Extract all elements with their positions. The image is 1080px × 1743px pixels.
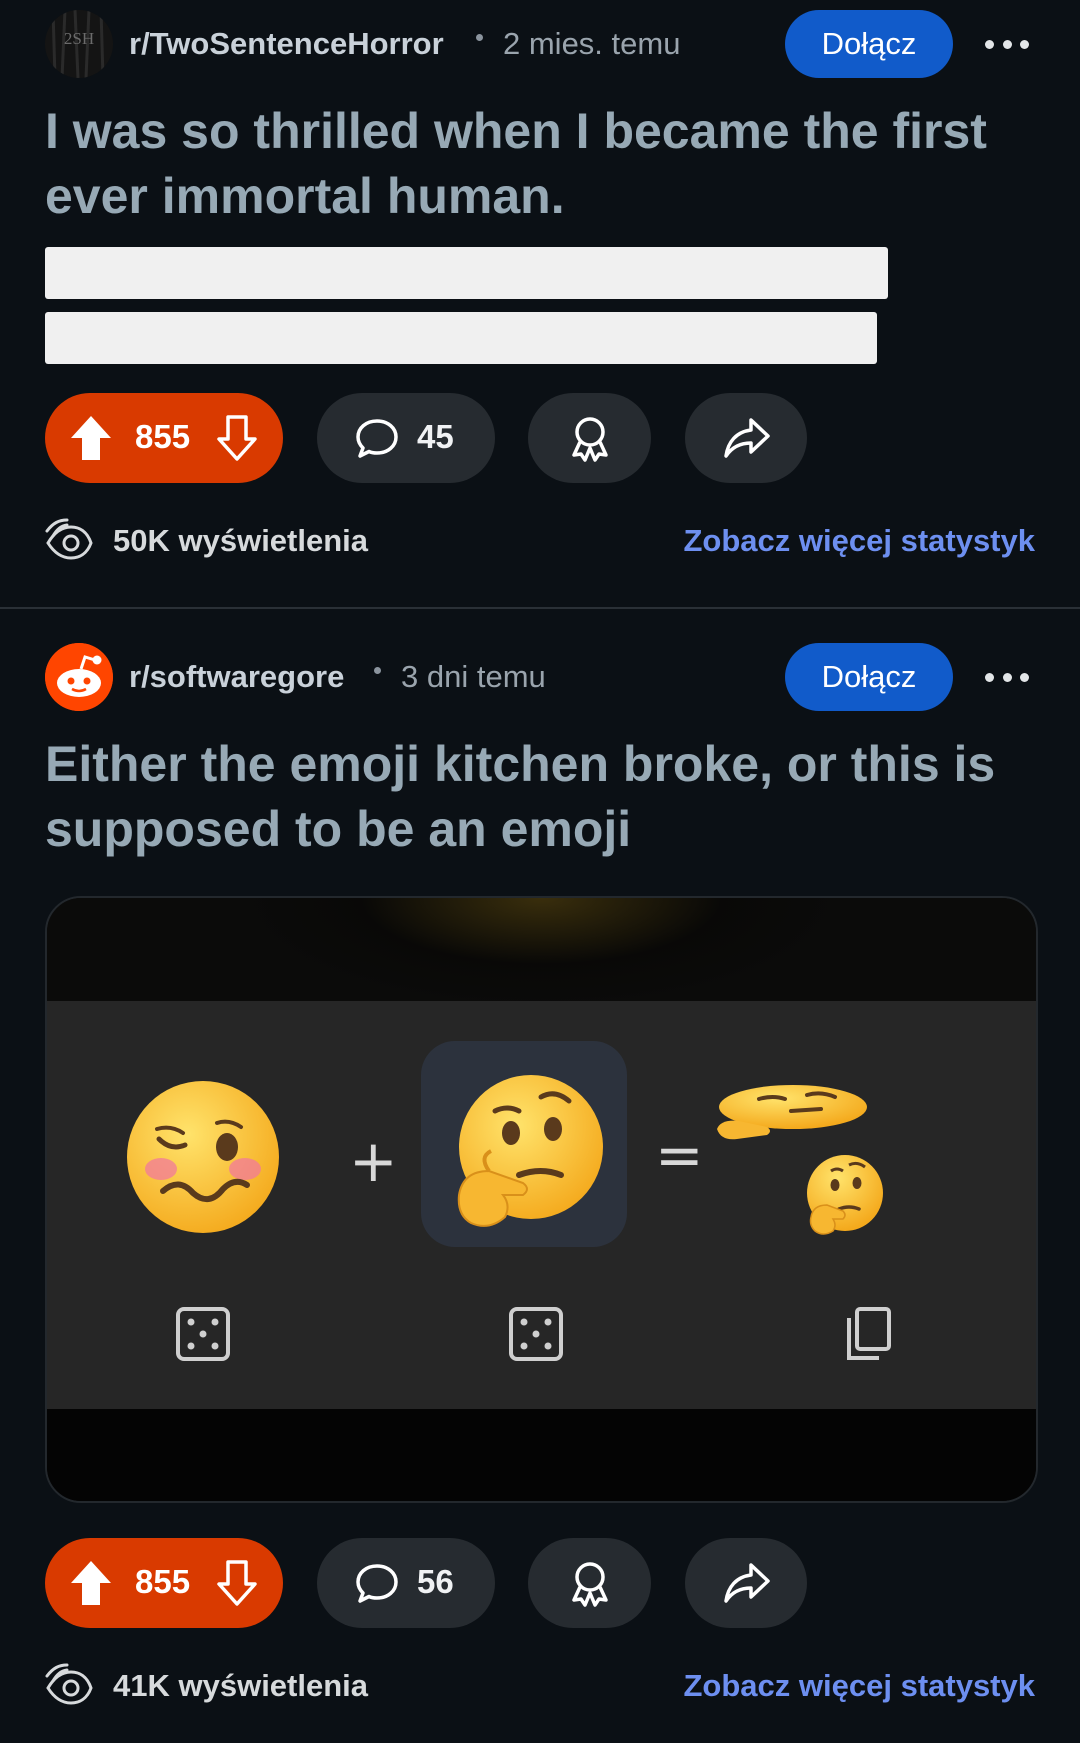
- post-title[interactable]: I was so thrilled when I became the firs…: [45, 99, 1005, 229]
- subreddit-avatar[interactable]: [45, 643, 113, 711]
- dice-icon[interactable]: [175, 1306, 231, 1362]
- comments-button[interactable]: 45: [317, 393, 495, 483]
- share-button[interactable]: [685, 393, 807, 483]
- image-bottom-bar: [47, 1409, 1036, 1501]
- views-icon: [45, 1663, 93, 1705]
- selected-emoji-slot[interactable]: [421, 1041, 627, 1247]
- upvote-icon[interactable]: [69, 1559, 113, 1607]
- subreddit-name[interactable]: r/softwaregore: [129, 659, 344, 695]
- join-button[interactable]: Dołącz: [785, 643, 953, 711]
- vote-count: 855: [135, 1563, 191, 1600]
- share-icon: [724, 418, 770, 458]
- post-header: 2SH r/TwoSentenceHorror 2 mies. temu Doł…: [45, 10, 1035, 78]
- award-icon: [572, 1562, 608, 1607]
- copy-icon[interactable]: [843, 1306, 893, 1362]
- share-button[interactable]: [685, 1538, 807, 1628]
- separator-dot: [374, 667, 381, 674]
- comment-count: 56: [417, 1563, 454, 1600]
- upvote-icon[interactable]: [69, 414, 113, 462]
- spoiler-line[interactable]: [45, 312, 877, 364]
- stats-row: 50K wyświetlenia Zobacz więcej statystyk: [45, 515, 1035, 565]
- view-count: 50K wyświetlenia: [113, 523, 369, 558]
- image-top-glow: [47, 898, 1036, 1001]
- dice-icon[interactable]: [508, 1306, 564, 1362]
- post-time: 3 dni temu: [401, 659, 546, 694]
- award-icon: [572, 417, 608, 462]
- more-icon[interactable]: [985, 28, 1029, 60]
- post-time: 2 mies. temu: [503, 26, 681, 61]
- post-header: r/softwaregore 3 dni temu Dołącz: [45, 643, 1035, 711]
- emoji-kitchen-panel: + =: [47, 1001, 1036, 1409]
- comment-count: 45: [417, 418, 454, 455]
- view-count: 41K wyświetlenia: [113, 1668, 369, 1703]
- plus-sign: +: [349, 1127, 398, 1195]
- share-icon: [724, 1563, 770, 1603]
- mashup-result-icon[interactable]: [711, 1069, 891, 1239]
- more-icon[interactable]: [985, 661, 1029, 693]
- action-bar: 855 45: [45, 393, 1035, 483]
- award-button[interactable]: [528, 1538, 651, 1628]
- spoiler-line[interactable]: [45, 247, 888, 299]
- post-card[interactable]: r/softwaregore 3 dni temu Dołącz Either …: [0, 609, 1080, 1743]
- vote-pill: 855: [45, 393, 283, 483]
- post-image[interactable]: + =: [45, 896, 1038, 1503]
- downvote-icon[interactable]: [215, 414, 259, 462]
- action-bar: 855 56: [45, 1538, 1035, 1628]
- woozy-face-icon: [127, 1081, 279, 1233]
- award-button[interactable]: [528, 393, 651, 483]
- equals-sign: =: [655, 1121, 704, 1189]
- post-card[interactable]: 2SH r/TwoSentenceHorror 2 mies. temu Doł…: [0, 0, 1080, 607]
- more-stats-link[interactable]: Zobacz więcej statystyk: [684, 1668, 1036, 1704]
- views-icon: [45, 518, 93, 560]
- subreddit-name[interactable]: r/TwoSentenceHorror: [129, 26, 444, 62]
- avatar-text: 2SH: [64, 29, 94, 48]
- vote-pill: 855: [45, 1538, 283, 1628]
- join-button[interactable]: Dołącz: [785, 10, 953, 78]
- separator-dot: [476, 34, 483, 41]
- comments-button[interactable]: 56: [317, 1538, 495, 1628]
- vote-count: 855: [135, 418, 191, 455]
- more-stats-link[interactable]: Zobacz więcej statystyk: [684, 523, 1036, 559]
- comment-icon: [356, 419, 398, 458]
- thinking-face-icon: [457, 1075, 603, 1227]
- stats-row: 41K wyświetlenia Zobacz więcej statystyk: [45, 1660, 1035, 1710]
- downvote-icon[interactable]: [215, 1559, 259, 1607]
- subreddit-avatar[interactable]: 2SH: [45, 10, 113, 78]
- post-title[interactable]: Either the emoji kitchen broke, or this …: [45, 732, 1005, 862]
- comment-icon: [356, 1564, 398, 1603]
